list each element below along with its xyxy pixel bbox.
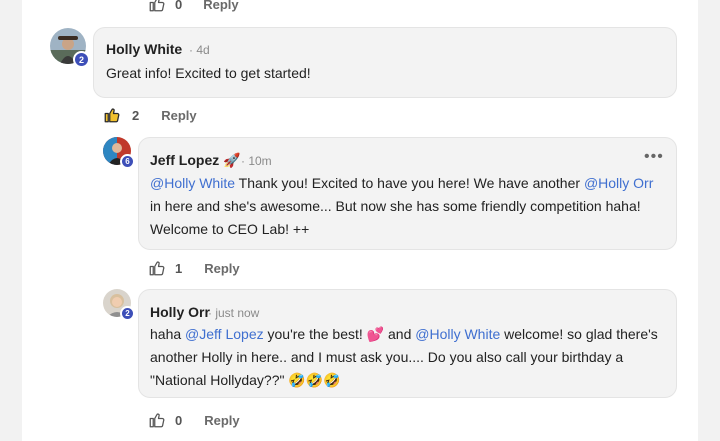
thumbs-up-icon[interactable] (148, 0, 166, 13)
thumbs-up-icon[interactable] (148, 259, 166, 277)
reply-button[interactable]: Reply (204, 261, 239, 276)
like-count: 1 (175, 260, 183, 276)
rocket-emoji: 🚀 (223, 152, 241, 168)
comment-text: @Holly White Thank you! Excited to have … (150, 175, 654, 237)
mention-link[interactable]: @Holly Orr (584, 175, 653, 191)
comment-author[interactable]: Holly White (106, 41, 182, 57)
level-badge: 6 (120, 154, 135, 169)
level-badge: 2 (120, 306, 135, 321)
comment-actions: 1 Reply (148, 258, 240, 278)
comment-timestamp: · 4d (189, 43, 210, 57)
mention-link[interactable]: @Holly White (150, 175, 235, 191)
comment-timestamp: · just now (208, 306, 260, 320)
avatar[interactable]: 2 (103, 289, 135, 321)
like-count: 0 (175, 0, 183, 12)
comment-timestamp: · 10m (241, 154, 272, 168)
thumbs-up-icon[interactable] (148, 411, 166, 429)
comment-text: Great info! Excited to get started! (106, 65, 311, 81)
comment-actions-top: 0 Reply (148, 0, 239, 14)
like-count: 2 (132, 107, 140, 123)
more-horizontal-icon[interactable]: ••• (644, 148, 664, 166)
comment-bubble: Holly Orr · just now haha @Jeff Lopez yo… (138, 289, 677, 398)
comment-bubble: Holly White · 4d Great info! Excited to … (93, 27, 677, 98)
comment-actions: 0 Reply (148, 410, 240, 430)
reply-button[interactable]: Reply (161, 108, 196, 123)
comment-author[interactable]: Jeff Lopez 🚀 (150, 152, 241, 169)
mention-link[interactable]: @Holly White (415, 326, 500, 342)
comment-actions: 2 Reply (103, 105, 197, 125)
reply-button[interactable]: Reply (203, 0, 238, 12)
comment-bubble: Jeff Lopez 🚀 · 10m ••• @Holly White Than… (138, 137, 677, 250)
like-count: 0 (175, 412, 183, 428)
level-badge: 2 (73, 51, 90, 68)
mention-link[interactable]: @Jeff Lopez (185, 326, 264, 342)
avatar[interactable]: 2 (50, 28, 90, 68)
reply-button[interactable]: Reply (204, 413, 239, 428)
comment-text: haha @Jeff Lopez you're the best! 💕 and … (150, 326, 658, 388)
thumbs-up-filled-icon[interactable] (103, 106, 121, 124)
comment-author[interactable]: Holly Orr (150, 304, 210, 320)
avatar[interactable]: 6 (103, 137, 135, 169)
